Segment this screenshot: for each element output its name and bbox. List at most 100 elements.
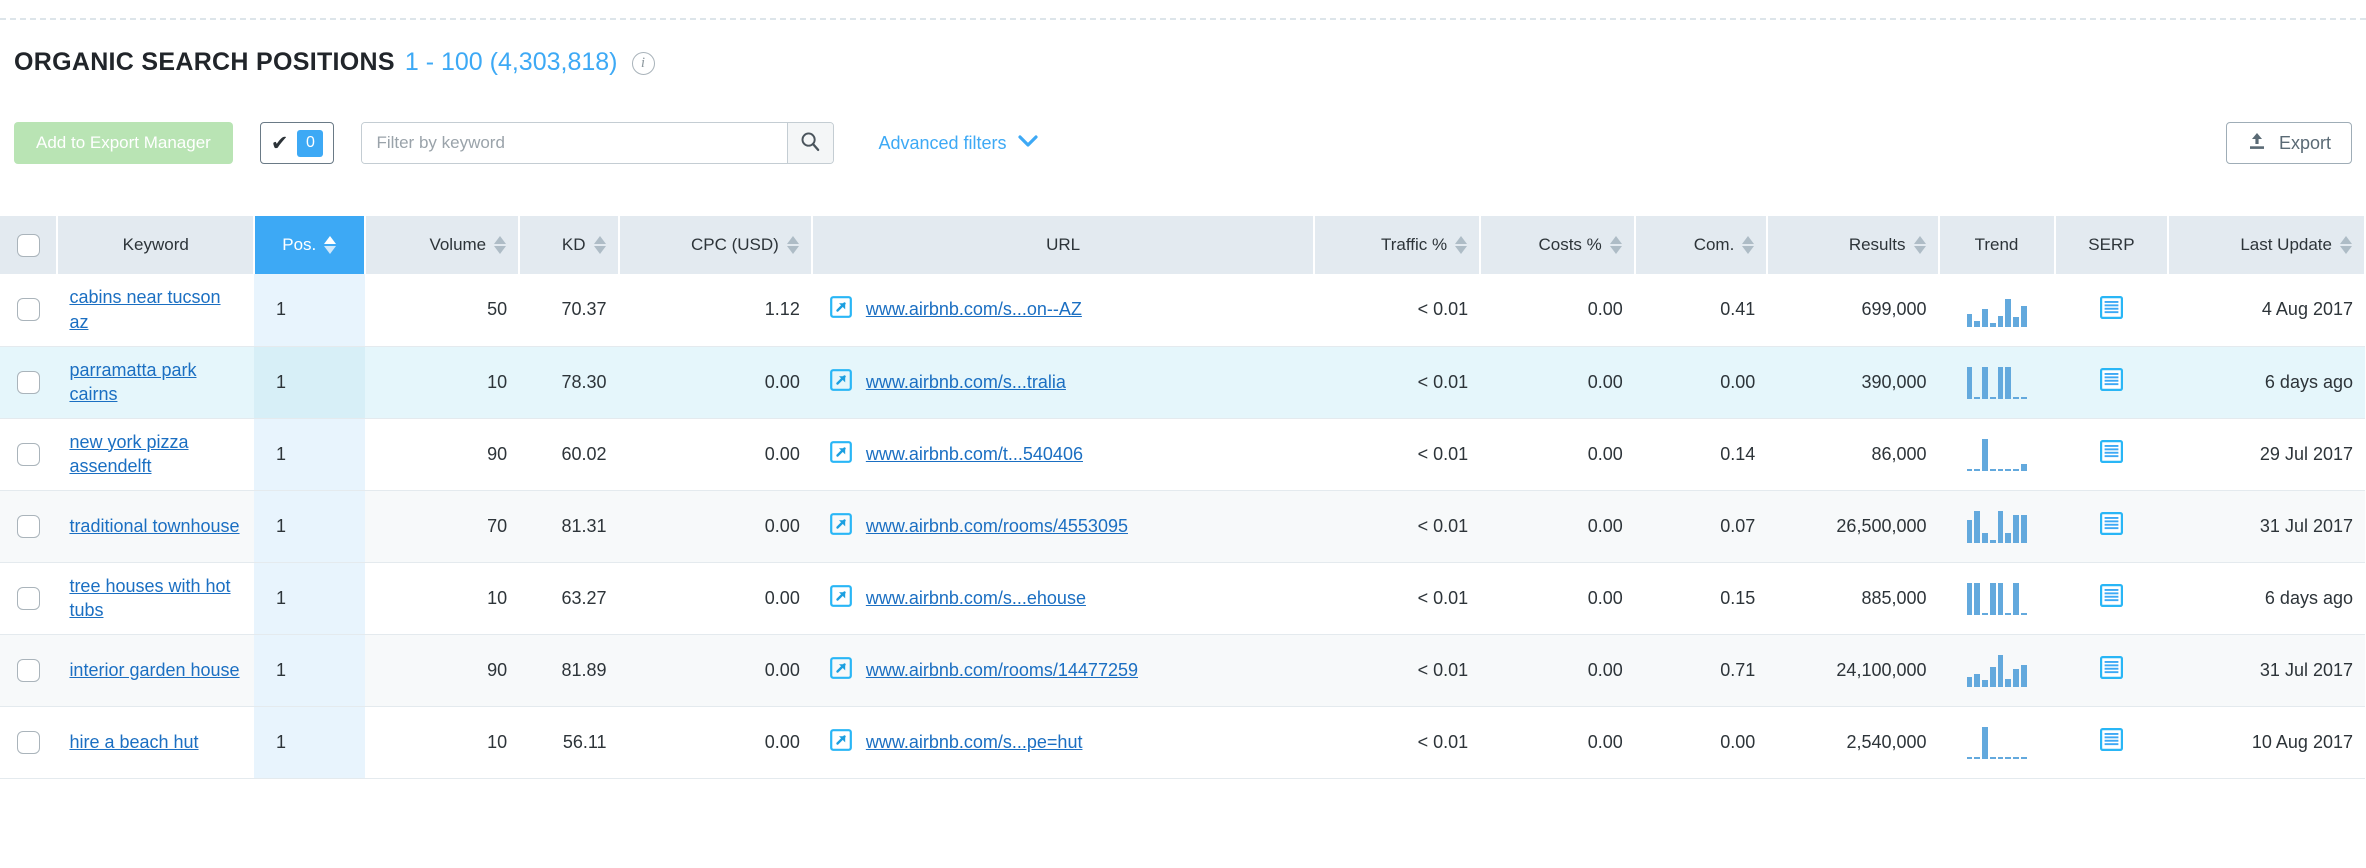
external-link-icon[interactable] [829, 656, 852, 684]
keyword-cell: traditional townhouse [57, 490, 255, 563]
trend-bar [1966, 520, 1973, 543]
serp-list-icon[interactable] [2067, 728, 2157, 756]
row-checkbox[interactable] [17, 298, 41, 322]
serp-cell[interactable] [2054, 346, 2169, 419]
serp-list-icon[interactable] [2067, 440, 2157, 468]
row-select-cell[interactable] [0, 634, 58, 707]
sort-arrows-icon[interactable] [1742, 236, 1755, 254]
header-kd[interactable]: KD [519, 216, 620, 274]
row-select-cell[interactable] [0, 562, 58, 635]
header-pos[interactable]: Pos. [254, 216, 366, 274]
header-traffic[interactable]: Traffic % [1314, 216, 1482, 274]
row-select-cell[interactable] [0, 418, 58, 491]
external-link-icon[interactable] [829, 296, 852, 323]
row-checkbox[interactable] [17, 586, 41, 610]
header-costs[interactable]: Costs % [1480, 216, 1636, 274]
table-row: new york pizza assendelft 1 90 60.02 0.00 www… [0, 418, 2365, 491]
keyword-link[interactable]: cabins near tucson az [69, 285, 242, 334]
trend-bar [2005, 613, 2011, 615]
external-link-icon[interactable] [829, 512, 852, 540]
sort-arrows-icon[interactable] [2340, 236, 2352, 254]
row-checkbox[interactable] [17, 730, 41, 754]
table-row: cabins near tucson az 1 50 70.37 1.12 www.air… [0, 274, 2365, 347]
serp-cell[interactable] [2054, 634, 2169, 707]
header-url[interactable]: URL [811, 216, 1316, 274]
url-link[interactable]: www.airbnb.com/rooms/14477259 [866, 660, 1138, 681]
header-volume-label: Volume [429, 235, 487, 254]
sort-arrows-icon[interactable] [786, 236, 799, 254]
trend-bar [2013, 757, 2019, 759]
trend-bar [2005, 367, 2011, 399]
serp-cell[interactable] [2054, 706, 2169, 779]
trend-bar [1997, 511, 2004, 543]
advanced-filters-toggle[interactable]: Advanced filters [878, 133, 1038, 154]
header-last-update[interactable]: Last Update [2168, 216, 2366, 274]
row-select-cell[interactable] [0, 706, 58, 779]
trend-bar [1982, 533, 1988, 543]
serp-list-icon[interactable] [2067, 368, 2157, 396]
sort-arrows-icon[interactable] [1913, 236, 1926, 254]
selected-count-badge: 0 [297, 129, 324, 157]
url-link[interactable]: www.airbnb.com/s...tralia [866, 372, 1066, 393]
keyword-link[interactable]: interior garden house [69, 658, 239, 682]
sort-arrows-icon[interactable] [593, 236, 606, 254]
cpc-cell: 0.00 [618, 634, 812, 707]
filter-keyword-input[interactable] [362, 123, 788, 163]
trend-bar [2020, 665, 2027, 687]
serp-cell[interactable] [2054, 490, 2169, 563]
add-to-export-manager-button[interactable]: Add to Export Manager [14, 122, 233, 164]
header-results[interactable]: Results [1767, 216, 1940, 274]
keyword-link[interactable]: traditional townhouse [69, 514, 239, 538]
row-select-cell[interactable] [0, 274, 58, 347]
select-all-checkbox[interactable] [16, 233, 40, 257]
header-com[interactable]: Com. [1634, 216, 1769, 274]
url-link[interactable]: www.airbnb.com/rooms/4553095 [866, 516, 1128, 537]
costs-percent-cell: 0.00 [1480, 706, 1635, 779]
info-icon[interactable]: i [631, 52, 655, 75]
position-cell: 1 [254, 346, 365, 419]
url-link[interactable]: www.airbnb.com/t...540406 [866, 444, 1083, 465]
trend-sparkline [1966, 653, 2027, 687]
serp-cell[interactable] [2054, 418, 2169, 491]
keyword-link[interactable]: parramatta park cairns [69, 358, 242, 407]
header-volume[interactable]: Volume [364, 216, 521, 274]
external-link-icon[interactable] [829, 440, 852, 468]
row-select-cell[interactable] [0, 346, 58, 419]
results-cell: 699,000 [1767, 274, 1939, 347]
export-button[interactable]: Export [2225, 122, 2352, 164]
external-link-icon[interactable] [829, 728, 852, 756]
row-checkbox[interactable] [17, 442, 41, 466]
keyword-link[interactable]: new york pizza assendelft [69, 430, 242, 479]
serp-list-icon[interactable] [2067, 656, 2157, 684]
header-cpc[interactable]: CPC (USD) [618, 216, 813, 274]
row-checkbox[interactable] [17, 370, 41, 394]
search-button[interactable] [787, 123, 834, 163]
external-link-icon[interactable] [829, 368, 852, 396]
trend-bar [2020, 397, 2027, 399]
sort-arrows-icon[interactable] [1455, 236, 1468, 254]
url-link[interactable]: www.airbnb.com/s...on--AZ [866, 299, 1082, 320]
sort-arrows-icon[interactable] [494, 236, 507, 254]
serp-cell[interactable] [2054, 562, 2169, 635]
keyword-link[interactable]: hire a beach hut [69, 730, 198, 754]
select-all-dropdown-button[interactable]: ✔ 0 [259, 122, 335, 164]
external-link-icon[interactable] [829, 584, 852, 612]
header-keyword[interactable]: Keyword [57, 216, 256, 274]
trend-sparkline [1966, 365, 2027, 399]
header-select-all[interactable] [0, 216, 59, 274]
serp-list-icon[interactable] [2067, 512, 2157, 540]
serp-cell[interactable] [2054, 274, 2169, 347]
keyword-link[interactable]: tree houses with hot tubs [69, 574, 242, 623]
url-link[interactable]: www.airbnb.com/s...pe=hut [866, 732, 1083, 753]
sort-arrows-icon[interactable] [1609, 236, 1622, 254]
serp-list-icon[interactable] [2067, 584, 2157, 612]
serp-list-icon[interactable] [2067, 295, 2157, 324]
url-cell: www.airbnb.com/rooms/4553095 [811, 490, 1315, 563]
row-checkbox[interactable] [17, 514, 41, 538]
trend-bar [1989, 757, 1996, 759]
sort-arrows-icon[interactable] [324, 236, 337, 254]
row-checkbox[interactable] [17, 658, 41, 682]
results-range-count: 1 - 100 (4,303,818) [404, 48, 618, 76]
url-link[interactable]: www.airbnb.com/s...ehouse [866, 588, 1086, 609]
row-select-cell[interactable] [0, 490, 58, 563]
